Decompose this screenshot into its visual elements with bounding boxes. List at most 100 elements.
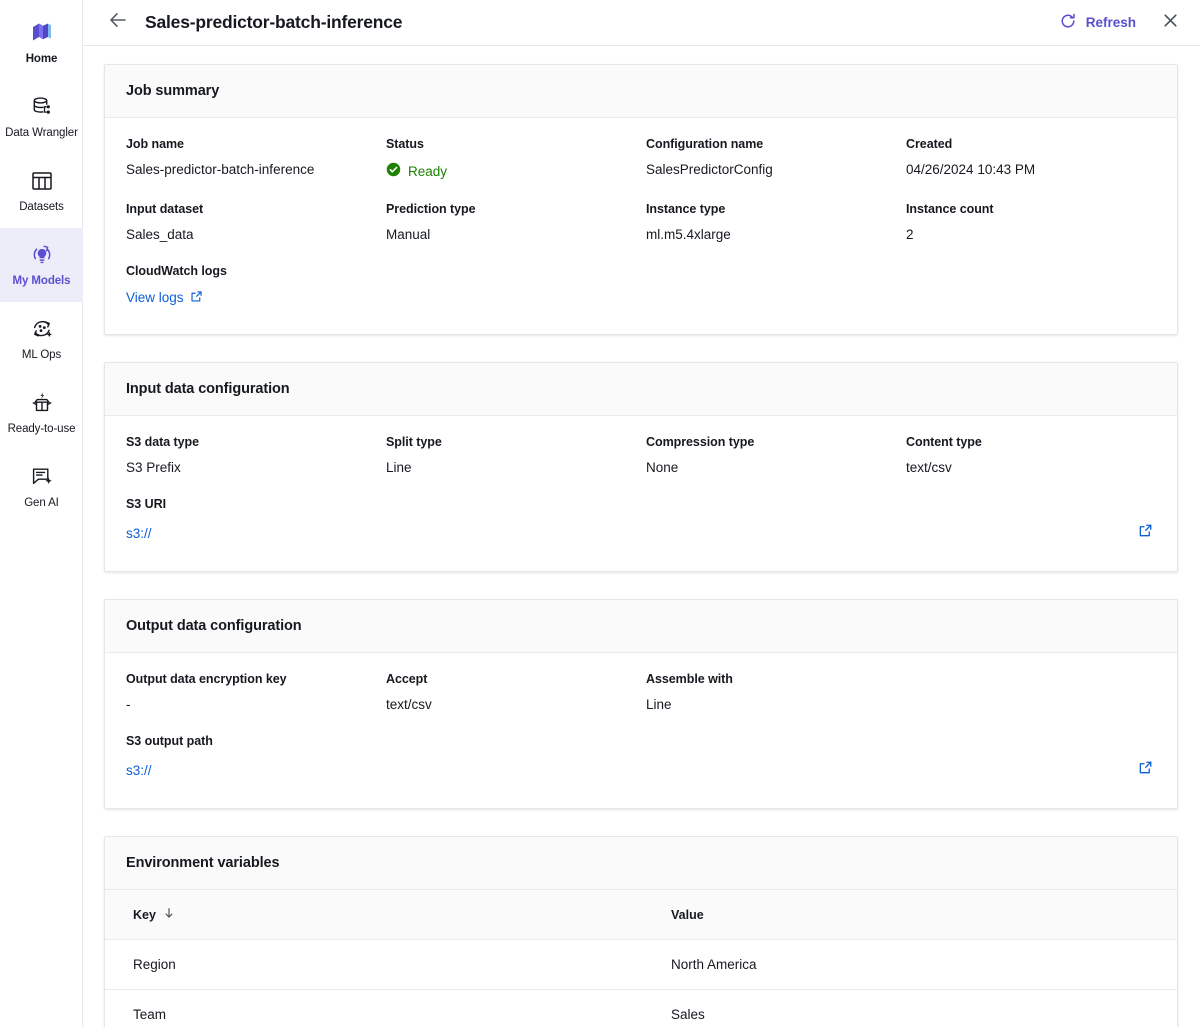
input-config-row-1: S3 data type S3 Prefix Split type Line C… [126, 435, 1156, 475]
card-title: Job summary [126, 83, 219, 99]
column-header-value[interactable]: Value [643, 890, 1177, 940]
sidebar-item-label: My Models [13, 275, 71, 288]
field-value: 04/26/2024 10:43 PM [906, 162, 1156, 177]
field-prediction-type: Prediction type Manual [386, 202, 646, 242]
field-label: S3 URI [126, 497, 1156, 511]
open-s3-output-path-button[interactable] [1134, 759, 1156, 781]
view-logs-link[interactable]: View logs [126, 290, 203, 306]
close-button[interactable] [1158, 11, 1182, 35]
field-label: Job name [126, 137, 386, 151]
sidebar-item-datasets[interactable]: Datasets [0, 154, 83, 228]
column-header-key[interactable]: Key [105, 890, 643, 940]
detail-content: Job summary Job name Sales-predictor-bat… [83, 46, 1200, 1027]
output-data-configuration-body: Output data encryption key - Accept text… [105, 653, 1177, 808]
field-content-type: Content type text/csv [906, 435, 1156, 475]
field-value: Line [646, 697, 1156, 712]
output-config-row-2: S3 output path s3:// [126, 734, 1156, 781]
job-summary-row-1: Job name Sales-predictor-batch-inference… [126, 137, 1156, 180]
input-config-row-2: S3 URI s3:// [126, 497, 1156, 544]
output-config-row-1: Output data encryption key - Accept text… [126, 672, 1156, 712]
input-data-configuration-card: Input data configuration S3 data type S3… [104, 362, 1178, 572]
sidebar-item-data-wrangler[interactable]: Data Wrangler [0, 80, 83, 154]
external-link-icon [1138, 760, 1153, 780]
field-value: 2 [906, 227, 1156, 242]
table-grid-icon [29, 168, 55, 194]
field-label: Output data encryption key [126, 672, 386, 686]
output-data-configuration-card: Output data configuration Output data en… [104, 599, 1178, 809]
output-data-configuration-header: Output data configuration [105, 600, 1177, 653]
table-header-row: Key Value [105, 890, 1177, 940]
refresh-button[interactable]: Refresh [1059, 12, 1136, 33]
field-s3-data-type: S3 data type S3 Prefix [126, 435, 386, 475]
sidebar-item-label: ML Ops [22, 349, 61, 362]
field-label: Created [906, 137, 1156, 151]
column-header-label: Key [133, 908, 156, 922]
open-box-bolt-icon [29, 390, 55, 416]
s3-output-path-link[interactable]: s3:// [126, 763, 152, 778]
job-summary-card: Job summary Job name Sales-predictor-bat… [104, 64, 1178, 335]
view-logs-label: View logs [126, 290, 184, 305]
topbar-actions: Refresh [1059, 11, 1182, 35]
page-title: Sales-predictor-batch-inference [145, 12, 402, 33]
field-s3-uri: S3 URI s3:// [126, 497, 1156, 544]
open-s3-uri-button[interactable] [1134, 522, 1156, 544]
card-title: Input data configuration [126, 381, 290, 397]
refresh-label: Refresh [1086, 15, 1136, 30]
database-flow-icon [29, 94, 55, 120]
field-label: S3 data type [126, 435, 386, 449]
field-label: Assemble with [646, 672, 1156, 686]
column-header-label: Value [671, 908, 704, 922]
job-summary-header: Job summary [105, 65, 1177, 118]
sidebar-item-label: Data Wrangler [5, 127, 78, 140]
field-cloudwatch-logs: CloudWatch logs View logs [126, 264, 1156, 307]
field-s3-output-path: S3 output path s3:// [126, 734, 1156, 781]
field-compression-type: Compression type None [646, 435, 906, 475]
field-value: Line [386, 460, 646, 475]
field-value: - [126, 697, 386, 712]
sidebar-item-gen-ai[interactable]: Gen AI [0, 450, 83, 524]
arrow-left-icon [107, 9, 129, 36]
field-status: Status Ready [386, 137, 646, 180]
environment-variables-card: Environment variables Key [104, 836, 1178, 1027]
field-value: ml.m5.4xlarge [646, 227, 906, 242]
sidebar-item-ready-to-use[interactable]: Ready-to-use [0, 376, 83, 450]
field-split-type: Split type Line [386, 435, 646, 475]
field-input-dataset: Input dataset Sales_data [126, 202, 386, 242]
field-value: Sales_data [126, 227, 386, 242]
environment-variables-header: Environment variables [105, 837, 1177, 890]
field-label: Status [386, 137, 646, 151]
sidebar-item-my-models[interactable]: My Models [0, 228, 83, 302]
card-title: Environment variables [126, 855, 279, 871]
field-label: Instance type [646, 202, 906, 216]
field-encryption-key: Output data encryption key - [126, 672, 386, 712]
chat-sparkle-icon [29, 464, 55, 490]
field-label: S3 output path [126, 734, 1156, 748]
job-summary-row-2: Input dataset Sales_data Prediction type… [126, 202, 1156, 242]
s3-uri-row: s3:// [126, 522, 1156, 544]
sidebar-item-home[interactable]: Home [0, 6, 83, 80]
external-link-icon [1138, 523, 1153, 543]
field-value: None [646, 460, 906, 475]
field-label: Instance count [906, 202, 1156, 216]
s3-output-path-row: s3:// [126, 759, 1156, 781]
table-row: Team Sales [105, 990, 1177, 1027]
page-topbar: Sales-predictor-batch-inference Refresh [83, 0, 1200, 46]
environment-variables-table: Key Value [105, 890, 1177, 1027]
field-value: SalesPredictorConfig [646, 162, 906, 177]
input-data-configuration-body: S3 data type S3 Prefix Split type Line C… [105, 416, 1177, 571]
sidebar-item-ml-ops[interactable]: ML Ops [0, 302, 83, 376]
table-head: Key Value [105, 890, 1177, 940]
field-label: Prediction type [386, 202, 646, 216]
sidebar-item-label: Ready-to-use [8, 423, 76, 436]
input-data-configuration-header: Input data configuration [105, 363, 1177, 416]
s3-uri-link[interactable]: s3:// [126, 526, 152, 541]
cell-key: Team [105, 990, 643, 1027]
arrow-down-icon [163, 907, 175, 922]
sort-control-key[interactable]: Key [133, 907, 175, 922]
back-button[interactable] [105, 10, 131, 36]
field-label: Compression type [646, 435, 906, 449]
field-label: Configuration name [646, 137, 906, 151]
field-label: Split type [386, 435, 646, 449]
field-value: text/csv [906, 460, 1156, 475]
job-summary-row-3: CloudWatch logs View logs [126, 264, 1156, 307]
